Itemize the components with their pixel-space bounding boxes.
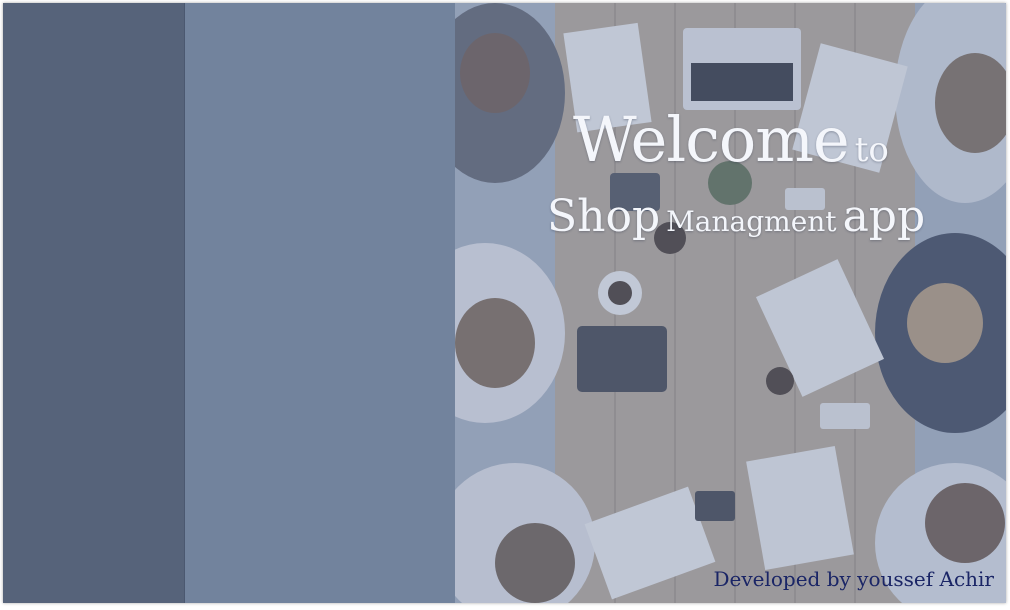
to-word: to xyxy=(854,130,889,170)
managment-word: Managment xyxy=(666,205,837,238)
welcome-word: Welcome xyxy=(573,103,850,176)
app-word: app xyxy=(842,191,926,242)
app-window: Welcome to Shop Managment app Developed by … xyxy=(3,3,1006,603)
shop-word: Shop xyxy=(547,191,661,242)
hero-overlay xyxy=(455,3,1006,603)
content-panel xyxy=(185,3,455,603)
sidebar xyxy=(3,3,185,603)
welcome-hero: Welcome to Shop Managment app Developed by … xyxy=(455,3,1006,603)
welcome-heading: Welcome to xyxy=(573,103,889,176)
developer-credit: Developed by youssef Achir xyxy=(713,567,994,591)
app-name-heading: Shop Managment app xyxy=(547,191,925,242)
